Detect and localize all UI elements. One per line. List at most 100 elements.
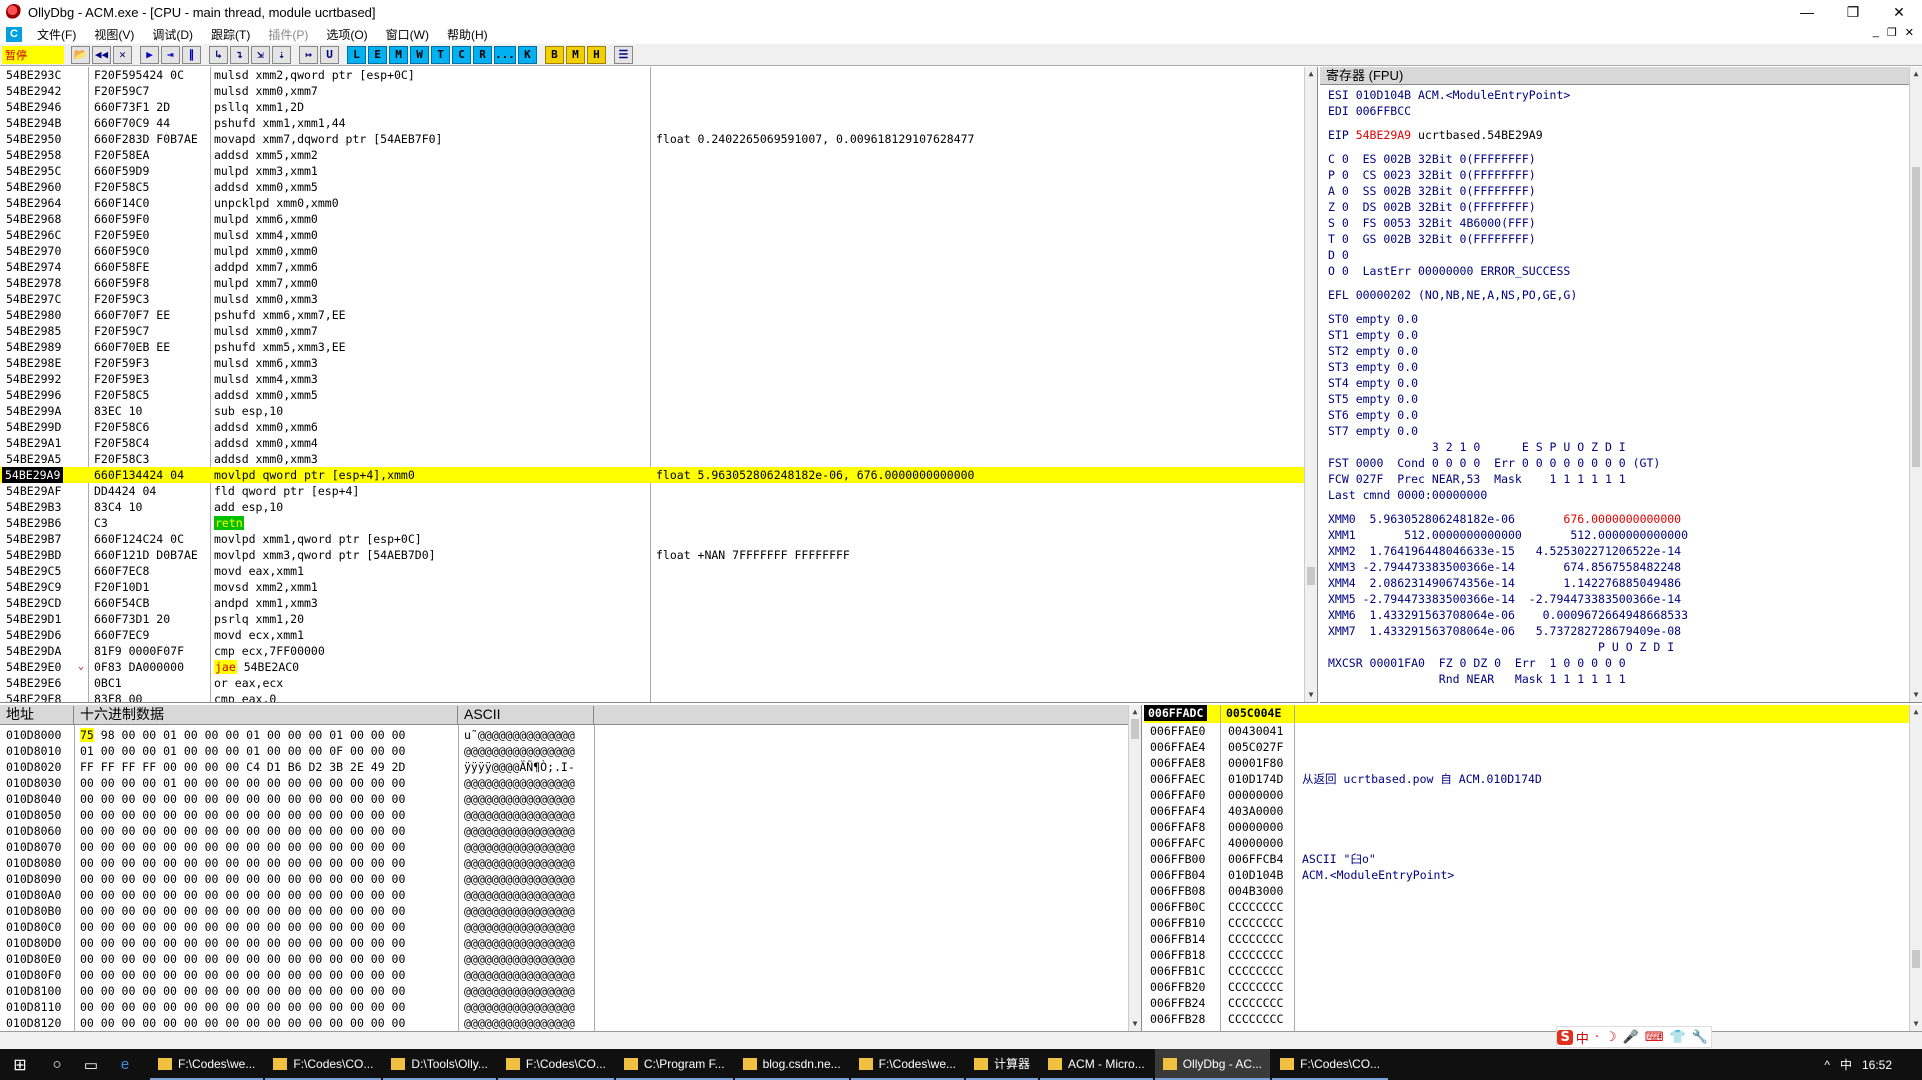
register-line[interactable]: XMM7 1.433291563708064e-06 5.73728272867…	[1328, 623, 1681, 639]
disasm-row[interactable]: 54BE29A5 F20F58C3 addsd xmm0,xmm3	[0, 451, 1306, 467]
open-icon[interactable]: 📂	[71, 45, 90, 64]
disasm-row[interactable]: 54BE29C9 F20F10D1 movsd xmm2,xmm1	[0, 579, 1306, 595]
register-line[interactable]: ST7 empty 0.0	[1328, 423, 1418, 439]
register-line[interactable]: P 0 CS 0023 32Bit 0(FFFFFFFF)	[1328, 167, 1536, 183]
input-language-indicator[interactable]: 中	[1840, 1056, 1852, 1073]
ime-chinese-mode[interactable]: 中	[1573, 1028, 1592, 1047]
register-line[interactable]: Z 0 DS 002B 32Bit 0(FFFFFFFF)	[1328, 199, 1536, 215]
disasm-row[interactable]: 54BE29E8 83F8 00 cmp eax,0	[0, 691, 1306, 702]
edge-browser-icon[interactable]: e	[108, 1049, 142, 1080]
register-line[interactable]: XMM2 1.764196448046633e-15 4.52530227120…	[1328, 543, 1681, 559]
memory-dump-pane[interactable]: 地址 十六进制数据 ASCII 010D8000 75 98 00 00 01 0…	[0, 705, 1142, 1031]
register-line[interactable]: ST6 empty 0.0	[1328, 407, 1418, 423]
taskbar-item[interactable]: F:\Codes\we...	[150, 1049, 264, 1080]
disasm-row[interactable]: 54BE29DA 81F9 0000F07F cmp ecx,7FF00000	[0, 643, 1306, 659]
register-line[interactable]: EDI 006FFBCC	[1328, 103, 1411, 119]
step-over-icon[interactable]: ↴	[230, 45, 249, 64]
disassembly-scrollbar[interactable]: ▲ ▼	[1304, 67, 1317, 702]
disasm-row[interactable]: 54BE2942 F20F59C7 mulsd xmm0,xmm7	[0, 83, 1306, 99]
register-line[interactable]: XMM0 5.963052806248182e-06 676.000000000…	[1328, 511, 1681, 527]
register-line[interactable]: ST2 empty 0.0	[1328, 343, 1418, 359]
dump-header-hex[interactable]: 十六进制数据	[74, 706, 458, 725]
disasm-row[interactable]: 54BE296C F20F59E0 mulsd xmm4,xmm0	[0, 227, 1306, 243]
menu-view[interactable]: 视图(V)	[85, 26, 143, 43]
maximize-button[interactable]: ❐	[1830, 0, 1876, 24]
cpu-window-button[interactable]: C	[452, 45, 471, 64]
taskbar-item[interactable]: F:\Codes\CO...	[497, 1049, 614, 1080]
ime-skin-icon[interactable]: 👕	[1667, 1030, 1689, 1045]
register-line[interactable]: ST0 empty 0.0	[1328, 311, 1418, 327]
stack-top-row[interactable]: 006FFADC 005C004E	[1144, 705, 1909, 723]
register-line[interactable]: XMM4 2.086231490674356e-14 1.14227688504…	[1328, 575, 1681, 591]
scroll-down-icon[interactable]: ▼	[1305, 688, 1317, 702]
restart-icon[interactable]: ◀◀	[92, 45, 111, 64]
disasm-row[interactable]: 54BE2964 660F14C0 unpcklpd xmm0,xmm0	[0, 195, 1306, 211]
disasm-row[interactable]: 54BE2960 F20F58C5 addsd xmm0,xmm5	[0, 179, 1306, 195]
breakpoints-window-button[interactable]: B	[544, 45, 564, 64]
execute-till-return-icon[interactable]: ↦	[299, 45, 318, 64]
trace-over-icon[interactable]: ⇣	[272, 45, 291, 64]
call-stack-window-button[interactable]: K	[517, 45, 537, 64]
taskbar-item[interactable]: F:\Codes\CO...	[1272, 1049, 1389, 1080]
ime-keyboard-icon[interactable]: ⌨	[1642, 1030, 1667, 1045]
register-line[interactable]: ST3 empty 0.0	[1328, 359, 1418, 375]
tray-expand-icon[interactable]: ^	[1824, 1058, 1830, 1072]
register-line[interactable]: MXCSR 00001FA0 FZ 0 DZ 0 Err 1 0 0 0 0 0	[1328, 655, 1626, 671]
ime-tools-icon[interactable]: 🔧	[1689, 1030, 1711, 1045]
windows-window-button[interactable]: W	[410, 45, 429, 64]
taskbar-item[interactable]: F:\Codes\we...	[850, 1049, 965, 1080]
scroll-down-icon[interactable]: ▼	[1910, 688, 1922, 702]
menu-file[interactable]: 文件(F)	[28, 26, 85, 43]
disasm-row[interactable]: 54BE29CD 660F54CB andpd xmm1,xmm3	[0, 595, 1306, 611]
register-line[interactable]: S 0 FS 0053 32Bit 4B6000(FFF)	[1328, 215, 1536, 231]
register-line[interactable]: ST4 empty 0.0	[1328, 375, 1418, 391]
modules-window-button[interactable]: E	[368, 45, 387, 64]
register-line[interactable]: Last cmnd 0000:00000000	[1328, 487, 1487, 503]
list-icon[interactable]: ☰	[613, 45, 633, 64]
step-into-icon[interactable]: ↳	[209, 45, 228, 64]
menu-plugins[interactable]: 插件(P)	[259, 26, 317, 43]
sogou-ime-icon[interactable]: S	[1557, 1029, 1573, 1045]
mdi-minimize-button[interactable]: _	[1873, 26, 1879, 39]
ime-punctuation-icon[interactable]: ·	[1592, 1030, 1602, 1045]
trace-into-icon[interactable]: ⇲	[251, 45, 270, 64]
register-line[interactable]: XMM6 1.433291563708064e-06 0.00096726649…	[1328, 607, 1688, 623]
menu-options[interactable]: 选项(O)	[317, 26, 376, 43]
log-window-button[interactable]: L	[347, 45, 366, 64]
disasm-row[interactable]: 54BE299A 83EC 10 sub esp,10	[0, 403, 1306, 419]
disasm-row[interactable]: 54BE2992 F20F59E3 mulsd xmm4,xmm3	[0, 371, 1306, 387]
stack-pane[interactable]: 006FFADC 005C004E 006FFAE0 00430041 006FFA…	[1144, 705, 1922, 1031]
scroll-up-icon[interactable]: ▲	[1129, 705, 1141, 719]
ime-mic-icon[interactable]: 🎤	[1620, 1030, 1642, 1045]
disasm-row[interactable]: 54BE299D F20F58C6 addsd xmm0,xmm6	[0, 419, 1306, 435]
run-thread-icon[interactable]: ⇥	[161, 45, 180, 64]
run-icon[interactable]: ▶	[140, 45, 159, 64]
register-line[interactable]: XMM5 -2.794473383500366e-14 -2.794473383…	[1328, 591, 1681, 607]
register-line[interactable]: FCW 027F Prec NEAR,53 Mask 1 1 1 1 1 1	[1328, 471, 1626, 487]
disasm-row[interactable]: 54BE29BD 660F121D D0B7AE movlpd xmm3,qword…	[0, 547, 1306, 563]
disasm-row[interactable]: 54BE29E6 0BC1 or eax,ecx	[0, 675, 1306, 691]
register-line[interactable]: ST1 empty 0.0	[1328, 327, 1418, 343]
register-line[interactable]: ST5 empty 0.0	[1328, 391, 1418, 407]
references-window-button[interactable]: R	[473, 45, 492, 64]
memory-window-button[interactable]: M	[389, 45, 408, 64]
register-line[interactable]: FST 0000 Cond 0 0 0 0 Err 0 0 0 0 0 0 0 …	[1328, 455, 1660, 471]
clock[interactable]: 16:52	[1862, 1058, 1892, 1072]
search-icon[interactable]: ○	[40, 1049, 74, 1080]
scroll-up-icon[interactable]: ▲	[1910, 705, 1922, 719]
taskbar-item[interactable]: D:\Tools\Olly...	[383, 1049, 496, 1080]
dump-header-ascii[interactable]: ASCII	[458, 706, 594, 725]
register-line[interactable]: ESI 010D104B ACM.<ModuleEntryPoint>	[1328, 87, 1570, 103]
disasm-row[interactable]: 54BE2974 660F58FE addpd xmm7,xmm6	[0, 259, 1306, 275]
scroll-up-icon[interactable]: ▲	[1305, 67, 1317, 81]
scroll-down-icon[interactable]: ▼	[1129, 1017, 1141, 1031]
disasm-row[interactable]: 54BE2946 660F73F1 2D psllq xmm1,2D	[0, 99, 1306, 115]
register-line[interactable]: O 0 LastErr 00000000 ERROR_SUCCESS	[1328, 263, 1570, 279]
disasm-row[interactable]: 54BE29A1 F20F58C4 addsd xmm0,xmm4	[0, 435, 1306, 451]
close-button[interactable]: ✕	[1876, 0, 1922, 24]
disasm-row[interactable]: 54BE29E0 0F83 DA000000 jae 54BE2AC0 ⌄	[0, 659, 1306, 675]
disasm-row[interactable]: 54BE29A9 660F134424 04 movlpd qword ptr [e…	[0, 467, 1306, 483]
disasm-row[interactable]: 54BE29C5 660F7EC8 movd eax,xmm1	[0, 563, 1306, 579]
mdi-close-button[interactable]: ✕	[1905, 26, 1914, 39]
execute-till-user-code-icon[interactable]: U	[320, 45, 339, 64]
